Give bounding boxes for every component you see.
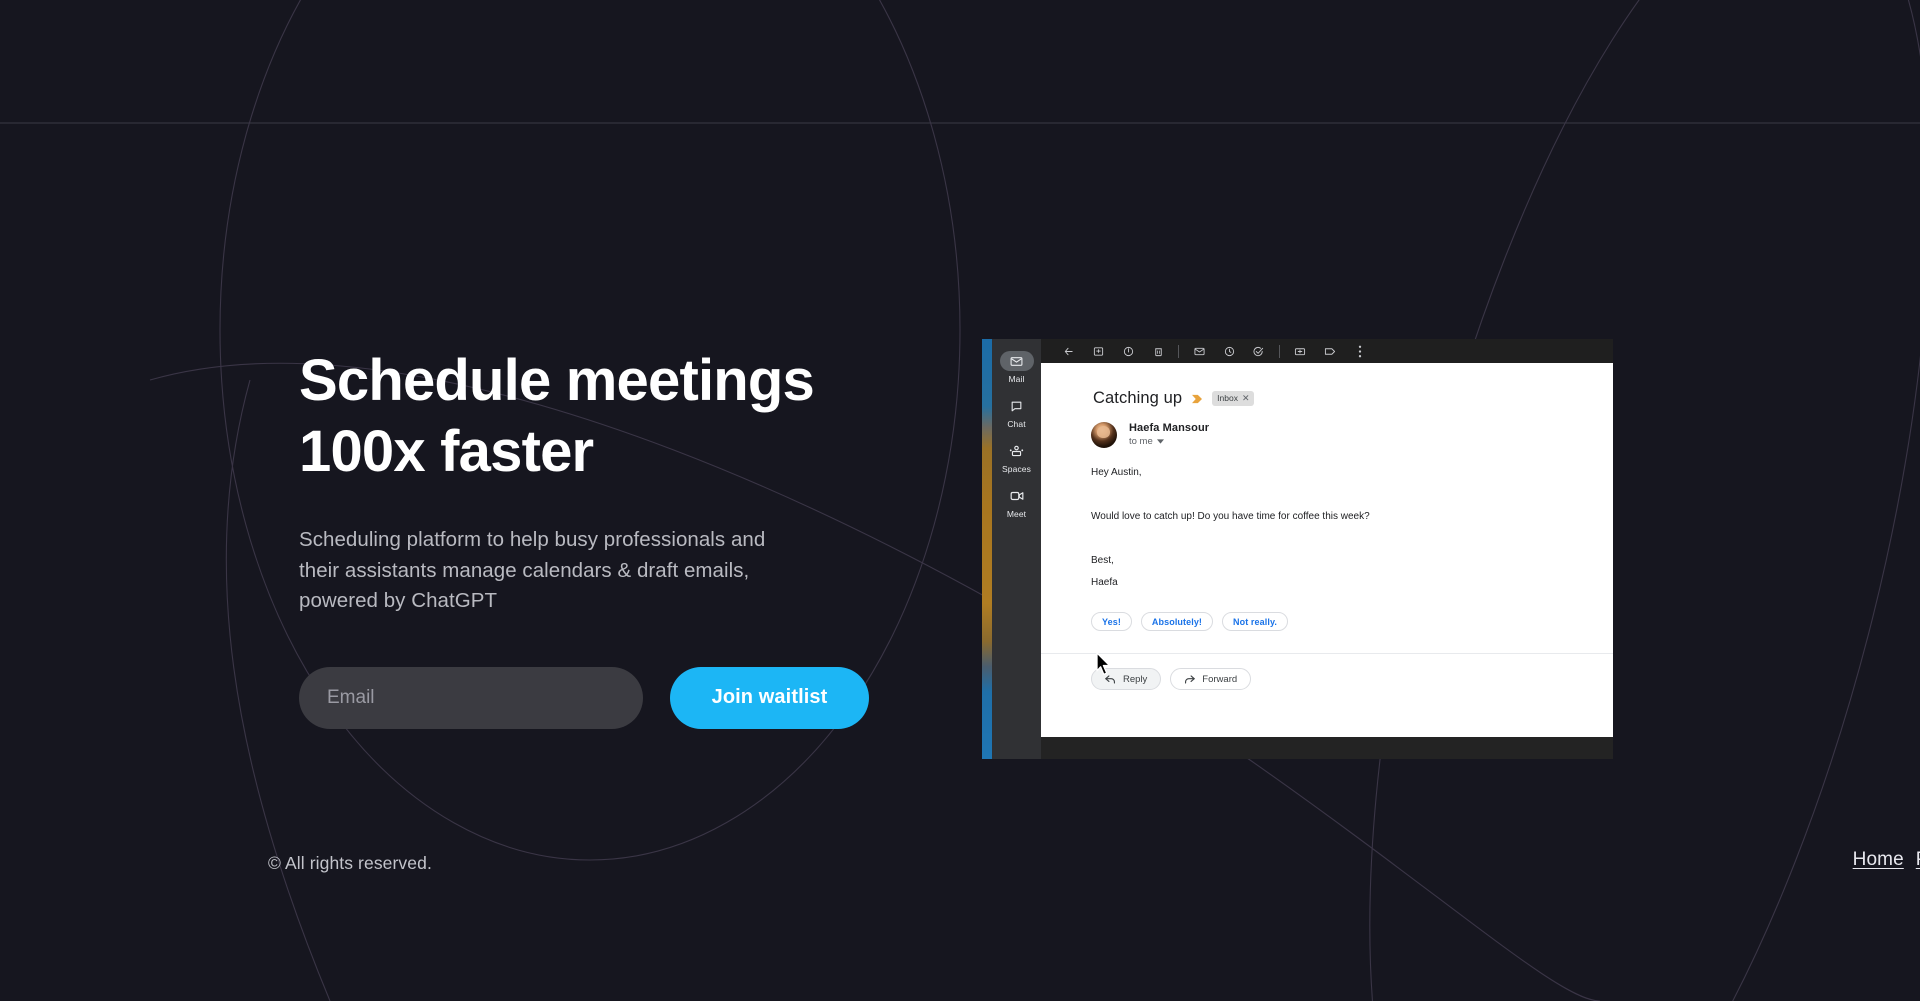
mail-sender-row: Haefa Mansour to me: [1041, 408, 1613, 448]
report-spam-icon: [1123, 346, 1133, 356]
reply-button-label: Reply: [1123, 673, 1148, 685]
smart-reply-chips: Yes! Absolutely! Not really.: [1041, 594, 1613, 631]
mark-unread-button[interactable]: [1184, 340, 1214, 362]
gmail-toolbar: [1041, 339, 1613, 363]
rail-label-mail: Mail: [1008, 374, 1025, 384]
mail-icon: [1010, 356, 1023, 366]
landing-page: Schedule meetings 100x faster Scheduling…: [0, 0, 1920, 1001]
screenshot-edge-strip: [982, 339, 992, 759]
rail-item-spaces[interactable]: Spaces: [992, 441, 1041, 474]
avatar: [1091, 422, 1117, 448]
toolbar-separator-2: [1279, 344, 1280, 358]
reply-button[interactable]: Reply: [1091, 668, 1162, 690]
add-to-tasks-icon: [1253, 346, 1264, 356]
chat-icon-wrap: [1000, 396, 1034, 416]
waitlist-form: Join waitlist: [299, 666, 899, 729]
smart-reply-absolutely[interactable]: Absolutely!: [1140, 612, 1214, 631]
mail-recipient: to me: [1129, 436, 1153, 447]
rail-item-mail[interactable]: Mail: [992, 351, 1041, 384]
footer-copyright: © All rights reserved.: [268, 853, 432, 873]
hero-section: Schedule meetings 100x faster Scheduling…: [299, 345, 899, 729]
footer-link-home[interactable]: Home: [1853, 849, 1904, 871]
screenshot-bottom-bar: [1041, 737, 1613, 759]
snooze-button[interactable]: [1214, 340, 1244, 362]
page-title: Schedule meetings 100x faster: [299, 348, 815, 484]
mail-sender-name: Haefa Mansour: [1129, 422, 1210, 434]
more-options-button[interactable]: [1345, 340, 1375, 362]
back-arrow-icon: [1064, 347, 1073, 355]
smart-reply-not-really[interactable]: Not really.: [1222, 612, 1288, 631]
footer-links: Home Privacy Terms: [1853, 849, 1920, 871]
chat-icon: [1011, 401, 1022, 411]
archive-button[interactable]: [1083, 340, 1113, 362]
forward-arrow-icon: [1185, 674, 1196, 684]
mail-icon-wrap: [999, 351, 1034, 371]
meet-icon: [1010, 491, 1023, 501]
join-waitlist-button[interactable]: Join waitlist: [670, 666, 869, 729]
rail-label-meet: Meet: [1006, 509, 1027, 519]
label-icon: [1324, 347, 1336, 355]
mail-label-chip-text: Inbox: [1217, 393, 1238, 404]
archive-icon: [1093, 346, 1103, 356]
mail-subject-row: Catching up Inbox ✕: [1041, 363, 1613, 408]
mail-recipient-row[interactable]: to me: [1129, 436, 1209, 447]
mail-sender-meta: Haefa Mansour to me: [1129, 422, 1209, 448]
importance-marker-icon[interactable]: [1191, 394, 1203, 404]
more-options-icon: [1358, 345, 1362, 357]
reply-arrow-icon: [1105, 674, 1115, 684]
gmail-screenshot-mock: Mail Chat Spaces Meet Catching up Inbox …: [982, 339, 1613, 759]
toolbar-separator-1: [1178, 344, 1179, 358]
meet-icon-wrap: [1000, 486, 1034, 506]
mail-body-text: Hey Austin, Would love to catch up! Do y…: [1091, 467, 1370, 588]
spaces-icon-wrap: [1000, 441, 1034, 461]
mark-unread-icon: [1193, 347, 1205, 355]
delete-button[interactable]: [1143, 340, 1173, 362]
mail-action-buttons: Reply Forward: [1041, 652, 1613, 690]
mail-subject: Catching up: [1093, 389, 1183, 407]
rail-label-spaces: Spaces: [1002, 464, 1031, 474]
move-to-icon: [1294, 347, 1306, 355]
email-field[interactable]: [299, 666, 643, 729]
rail-label-chat: Chat: [1007, 419, 1026, 429]
gmail-main-column: Catching up Inbox ✕ Haefa Mansour to me: [1041, 339, 1613, 759]
rail-item-meet[interactable]: Meet: [992, 486, 1041, 519]
rail-item-chat[interactable]: Chat: [992, 396, 1041, 429]
smart-reply-yes[interactable]: Yes!: [1091, 612, 1132, 631]
forward-button-label: Forward: [1202, 673, 1238, 685]
mail-label-chip[interactable]: Inbox ✕: [1212, 391, 1254, 406]
spaces-icon: [1009, 445, 1024, 456]
back-button[interactable]: [1053, 340, 1083, 362]
move-to-button[interactable]: [1285, 340, 1315, 362]
hero-subtitle: Scheduling platform to help busy profess…: [299, 528, 766, 612]
gmail-message-canvas: Catching up Inbox ✕ Haefa Mansour to me: [1041, 363, 1613, 737]
snooze-icon: [1224, 346, 1234, 356]
delete-icon: [1154, 347, 1162, 356]
close-icon[interactable]: ✕: [1242, 393, 1250, 404]
gmail-app-rail: Mail Chat Spaces Meet: [992, 339, 1041, 759]
footer-link-privacy[interactable]: Privacy: [1916, 849, 1920, 871]
label-button[interactable]: [1315, 340, 1345, 362]
chevron-down-icon: [1156, 439, 1164, 444]
forward-button[interactable]: Forward: [1170, 668, 1252, 690]
report-spam-button[interactable]: [1113, 340, 1143, 362]
add-to-tasks-button[interactable]: [1244, 340, 1274, 362]
